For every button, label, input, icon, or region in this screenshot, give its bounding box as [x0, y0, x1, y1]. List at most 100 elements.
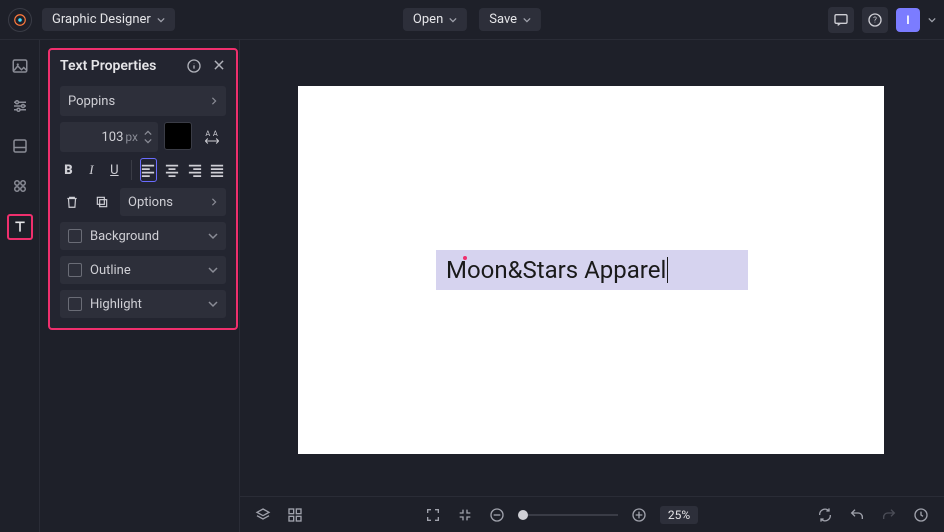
layout-tool[interactable]	[8, 134, 32, 158]
history-icon	[913, 507, 929, 523]
chevron-down-icon	[157, 16, 165, 24]
size-step-down[interactable]	[142, 137, 154, 145]
collap-label: Background	[90, 229, 159, 244]
image-icon	[11, 57, 29, 75]
adjust-tool[interactable]	[8, 94, 32, 118]
open-button[interactable]: Open	[403, 8, 467, 31]
chevron-down-icon	[449, 16, 457, 24]
checkbox[interactable]	[68, 229, 82, 243]
divider	[131, 160, 132, 180]
image-tool[interactable]	[8, 54, 32, 78]
anchor-dot	[463, 256, 467, 260]
font-size-value: 103	[101, 130, 123, 145]
checkbox[interactable]	[68, 297, 82, 311]
save-button[interactable]: Save	[479, 8, 541, 31]
svg-text:A: A	[205, 129, 210, 138]
shapes-tool[interactable]	[8, 174, 32, 198]
align-left-button[interactable]	[140, 158, 158, 182]
chevron-down-icon[interactable]	[928, 16, 936, 24]
info-icon[interactable]	[186, 58, 202, 74]
chevron-down-icon	[523, 16, 531, 24]
layers-icon	[255, 507, 271, 523]
canvas[interactable]: Moon&Stars Apparel	[298, 86, 884, 454]
grid-icon	[287, 507, 303, 523]
role-label: Graphic Designer	[52, 12, 151, 27]
chevron-down-icon	[208, 265, 218, 275]
help-button[interactable]: ?	[862, 7, 888, 33]
text-icon	[12, 219, 28, 235]
panel-title: Text Properties	[60, 58, 156, 74]
font-family-select[interactable]: Poppins	[60, 86, 226, 116]
comments-button[interactable]	[828, 7, 854, 33]
text-element[interactable]: Moon&Stars Apparel	[436, 250, 748, 290]
chevron-right-icon	[210, 94, 218, 109]
history-button[interactable]	[910, 504, 932, 526]
underline-button[interactable]: U	[106, 158, 123, 182]
options-dropdown[interactable]: Options	[120, 188, 226, 216]
shapes-icon	[11, 177, 29, 195]
background-toggle[interactable]: Background	[60, 222, 226, 250]
role-dropdown[interactable]: Graphic Designer	[42, 8, 175, 31]
save-label: Save	[489, 12, 517, 27]
app-logo[interactable]	[8, 8, 32, 32]
text-properties-panel: Text Properties Poppins 103 px	[48, 48, 238, 330]
font-size-input[interactable]: 103 px	[60, 122, 158, 152]
layout-icon	[11, 137, 29, 155]
refresh-button[interactable]	[814, 504, 836, 526]
help-icon: ?	[867, 12, 883, 28]
undo-button[interactable]	[846, 504, 868, 526]
plus-circle-icon	[631, 507, 647, 523]
sliders-icon	[11, 97, 29, 115]
redo-icon	[881, 507, 897, 523]
text-tool[interactable]	[7, 214, 33, 240]
redo-button[interactable]	[878, 504, 900, 526]
delete-button[interactable]	[60, 190, 84, 214]
collap-label: Outline	[90, 263, 131, 278]
align-justify-icon	[210, 163, 224, 177]
align-right-icon	[188, 163, 202, 177]
italic-button[interactable]: I	[83, 158, 100, 182]
font-size-unit: px	[125, 130, 138, 144]
copy-icon	[95, 195, 109, 209]
align-center-icon	[165, 163, 179, 177]
highlight-toggle[interactable]: Highlight	[60, 290, 226, 318]
collap-label: Highlight	[90, 297, 142, 312]
text-caret	[667, 257, 668, 283]
zoom-out-button[interactable]	[486, 504, 508, 526]
align-left-icon	[141, 163, 155, 177]
zoom-in-button[interactable]	[628, 504, 650, 526]
chevron-right-icon	[210, 195, 218, 210]
svg-text:?: ?	[873, 15, 877, 24]
grid-button[interactable]	[284, 504, 306, 526]
char-spacing-icon: AA	[202, 126, 222, 146]
size-step-up[interactable]	[142, 129, 154, 137]
undo-icon	[849, 507, 865, 523]
zoom-slider[interactable]	[518, 514, 618, 516]
open-label: Open	[413, 12, 443, 27]
options-label: Options	[128, 195, 173, 210]
character-spacing-button[interactable]: AA	[198, 122, 226, 150]
checkbox[interactable]	[68, 263, 82, 277]
close-icon[interactable]	[212, 58, 226, 72]
color-swatch[interactable]	[164, 122, 192, 150]
align-center-button[interactable]	[163, 158, 180, 182]
align-justify-button[interactable]	[209, 158, 226, 182]
fit-button[interactable]	[454, 504, 476, 526]
chevron-down-icon	[208, 299, 218, 309]
font-family-value: Poppins	[68, 94, 115, 109]
duplicate-button[interactable]	[90, 190, 114, 214]
svg-text:A: A	[213, 129, 218, 138]
expand-icon	[425, 507, 441, 523]
zoom-knob[interactable]	[518, 510, 528, 520]
zoom-percent[interactable]: 25%	[660, 506, 698, 524]
chevron-down-icon	[208, 231, 218, 241]
bold-button[interactable]: B	[60, 158, 77, 182]
refresh-icon	[817, 507, 833, 523]
outline-toggle[interactable]: Outline	[60, 256, 226, 284]
layers-button[interactable]	[252, 504, 274, 526]
align-right-button[interactable]	[186, 158, 203, 182]
fullscreen-button[interactable]	[422, 504, 444, 526]
avatar[interactable]: I	[896, 8, 920, 32]
trash-icon	[65, 195, 79, 209]
text-content: Moon&Stars Apparel	[446, 256, 666, 284]
